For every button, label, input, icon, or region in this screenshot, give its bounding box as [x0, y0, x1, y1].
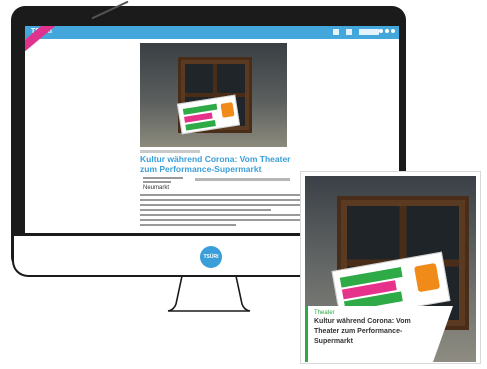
article-image — [140, 43, 287, 147]
monitor-logo: TSÜRI — [200, 246, 222, 268]
article-body — [140, 194, 300, 229]
card-kicker: Theater — [314, 310, 335, 316]
card-image: Theater Kultur während Corona: Vom Theat… — [305, 176, 476, 362]
image-caption — [140, 150, 200, 153]
article-card[interactable]: Theater Kultur während Corona: Vom Theat… — [300, 171, 481, 364]
article-meta — [195, 178, 290, 181]
social-icon[interactable] — [379, 29, 383, 33]
site-header: TSÜRI — [25, 26, 399, 39]
cart-icon — [220, 102, 235, 118]
card-caption: Theater Kultur während Corona: Vom Theat… — [305, 306, 453, 362]
partner-logo-text: Neumarkt — [143, 185, 170, 191]
social-icon[interactable] — [385, 29, 389, 33]
header-link[interactable] — [359, 29, 379, 35]
cart-icon — [414, 262, 441, 293]
social-icon[interactable] — [391, 29, 395, 33]
partner-logo: Neumarkt — [143, 177, 183, 192]
nav-item[interactable] — [346, 29, 352, 35]
nav-item[interactable] — [333, 29, 339, 35]
article-title[interactable]: Kultur während Corona: Vom Theater zum P… — [140, 154, 300, 174]
social-icons — [379, 29, 395, 33]
monitor-stand — [167, 276, 251, 312]
card-title[interactable]: Kultur während Corona: Vom Theater zum P… — [314, 317, 434, 347]
